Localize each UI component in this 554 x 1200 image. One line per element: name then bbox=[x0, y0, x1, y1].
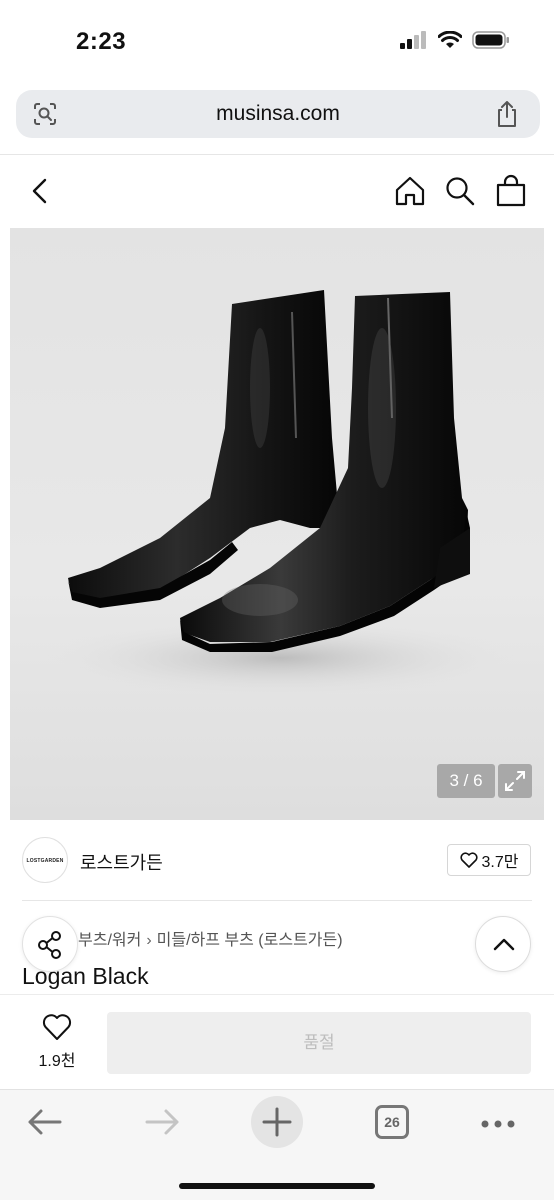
breadcrumb-item[interactable]: 부츠/워커 bbox=[78, 932, 141, 949]
browser-toolbar: 26 bbox=[0, 1089, 554, 1200]
status-icons bbox=[400, 31, 510, 49]
status-time: 2:23 bbox=[76, 28, 127, 55]
home-indicator bbox=[179, 1183, 375, 1189]
soldout-button[interactable]: 품절 bbox=[107, 1012, 531, 1074]
boots-illustration bbox=[40, 290, 520, 698]
chevron-up-icon bbox=[493, 938, 515, 951]
wifi-icon bbox=[438, 31, 462, 48]
image-counter: 3 / 6 bbox=[437, 764, 495, 798]
share-icon[interactable] bbox=[494, 100, 520, 133]
brand-row[interactable]: LOSTGARDEN 로스트가든 3.7만 bbox=[0, 828, 554, 892]
brand-name[interactable]: 로스트가든 bbox=[80, 849, 163, 875]
signal-icon bbox=[400, 31, 426, 49]
brand-like-count: 3.7만 bbox=[481, 854, 519, 871]
breadcrumb-item[interactable]: 미들/하프 부츠 (로스트가든) bbox=[157, 932, 343, 949]
plus-icon bbox=[262, 1107, 292, 1137]
purchase-bar: 1.9천 품절 bbox=[0, 994, 554, 1088]
tabs-icon[interactable]: 26 bbox=[375, 1105, 409, 1139]
home-icon[interactable] bbox=[394, 175, 426, 212]
arrow-right-icon[interactable] bbox=[143, 1106, 181, 1143]
breadcrumb-separator-icon: › bbox=[146, 932, 152, 949]
wishlist-count: 1.9천 bbox=[38, 1053, 76, 1070]
arrow-left-icon[interactable] bbox=[26, 1106, 64, 1143]
more-dots-icon[interactable] bbox=[480, 1116, 516, 1134]
new-tab-button[interactable] bbox=[251, 1096, 303, 1148]
battery-icon bbox=[472, 31, 509, 49]
url-text[interactable]: musinsa.com bbox=[16, 102, 540, 126]
shopping-bag-icon[interactable] bbox=[495, 174, 527, 213]
breadcrumb: 부츠/워커 › 미들/하프 부츠 (로스트가든) bbox=[78, 926, 343, 950]
section-divider bbox=[22, 900, 532, 901]
brand-like-button[interactable]: 3.7만 bbox=[447, 844, 531, 876]
brand-logo[interactable]: LOSTGARDEN bbox=[22, 837, 68, 883]
share-button[interactable] bbox=[22, 916, 78, 972]
product-image[interactable]: 3 / 6 bbox=[10, 228, 544, 820]
wishlist-button[interactable]: 1.9천 bbox=[30, 1013, 84, 1071]
heart-icon bbox=[459, 852, 478, 868]
expand-icon[interactable] bbox=[498, 764, 532, 798]
heart-icon bbox=[42, 1014, 72, 1040]
search-icon[interactable] bbox=[444, 175, 476, 212]
scroll-top-button[interactable] bbox=[475, 916, 531, 972]
share-nodes-icon bbox=[38, 931, 61, 959]
app-header bbox=[0, 155, 554, 227]
address-bar[interactable]: musinsa.com bbox=[16, 90, 540, 138]
status-bar: 2:23 bbox=[0, 0, 554, 80]
back-chevron-icon[interactable] bbox=[26, 175, 56, 207]
